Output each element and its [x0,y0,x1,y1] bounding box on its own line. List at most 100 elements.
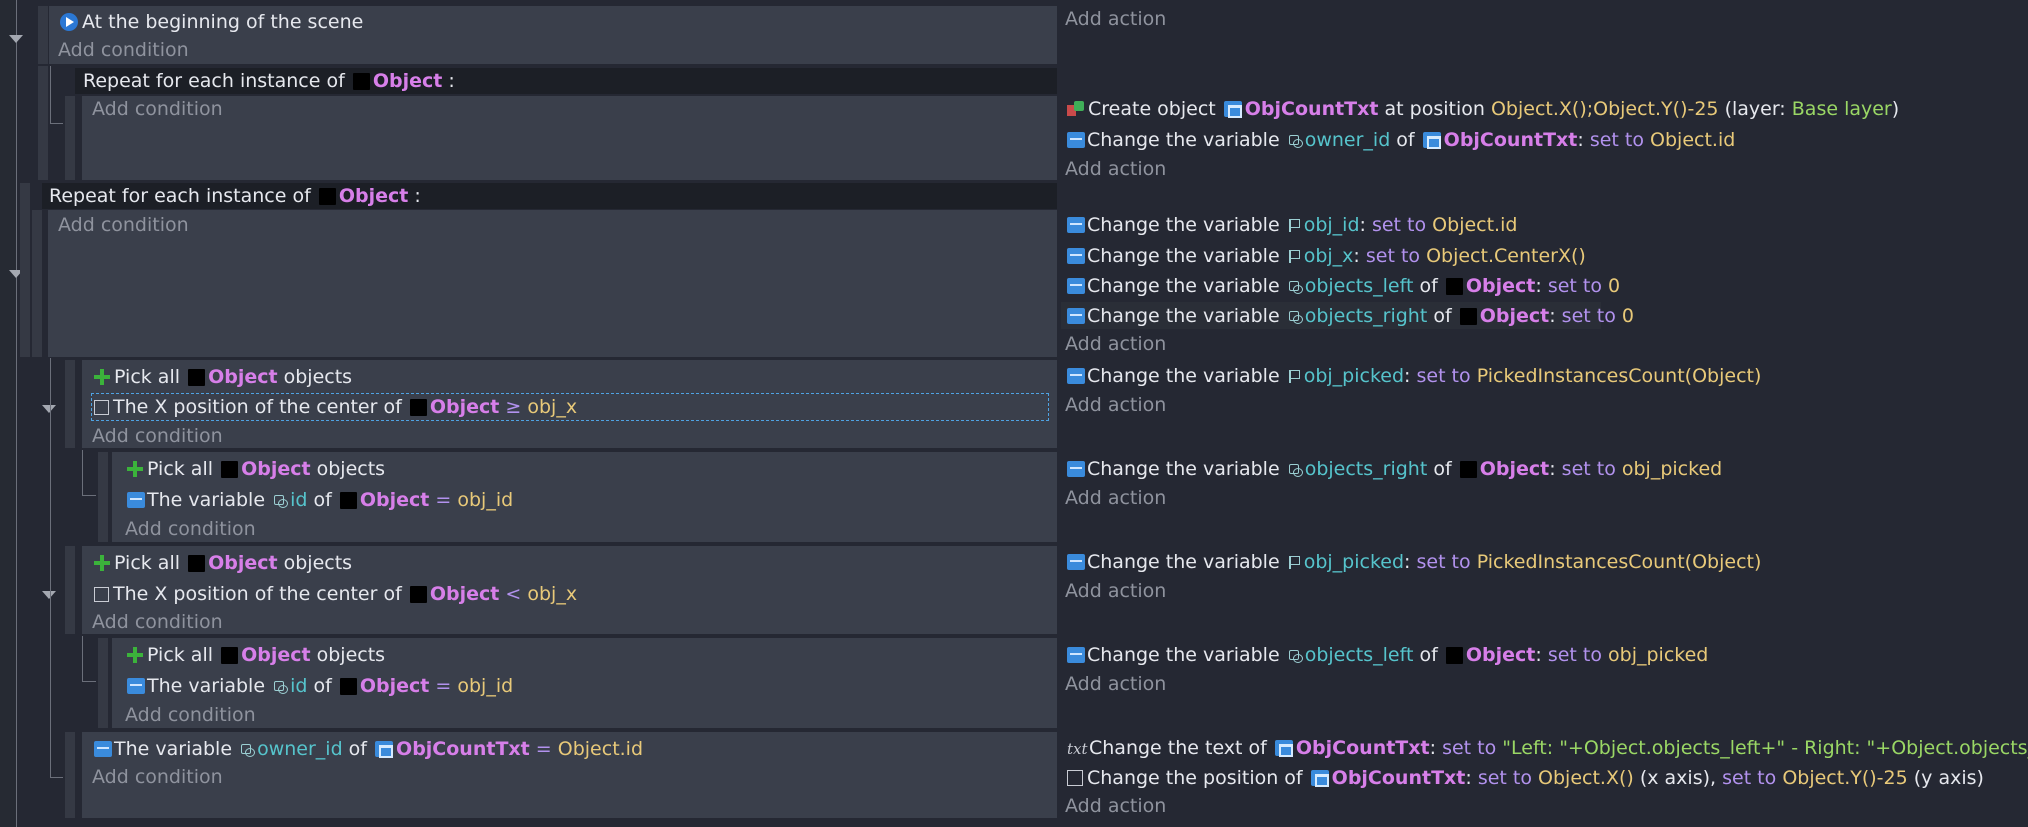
add-action-button[interactable]: Add action [1065,671,1166,697]
action-change-text[interactable]: txtChange the text of ObjCountTxt: set t… [1067,735,2028,761]
local-variable-icon [1288,369,1301,384]
condition-pick-all[interactable]: Pick all Object objects [127,456,385,482]
repeat-for-each-label[interactable]: Repeat for each instance of Object : [49,183,421,209]
object-thumbnail [339,678,357,695]
scene-icon [60,13,78,31]
pick-all-icon [127,647,143,663]
action-create-object[interactable]: Create object ObjCountTxt at position Ob… [1067,96,1899,122]
collapse-toggle-event-6[interactable] [42,591,56,599]
add-condition-button[interactable]: Add condition [125,516,256,542]
add-action-button[interactable]: Add action [1065,578,1166,604]
condition-pick-all[interactable]: Pick all Object objects [94,550,352,576]
object-variable-icon [1288,310,1303,324]
variable-icon [1067,278,1085,294]
add-condition-button[interactable]: Add condition [58,212,189,238]
condition-pick-all[interactable]: Pick all Object objects [127,642,385,668]
text-object-icon [1274,740,1293,757]
object-thumbnail [339,492,357,509]
repeat-for-each-label[interactable]: Repeat for each instance of Object : [83,68,455,94]
event-gutter [38,66,48,180]
variable-icon [1067,647,1085,663]
add-condition-button[interactable]: Add condition [92,764,223,790]
pick-all-icon [127,461,143,477]
condition-x-position-center[interactable]: The X position of the center of Object <… [94,581,577,607]
add-action-button[interactable]: Add action [1065,485,1166,511]
create-object-icon [1067,101,1085,117]
collapse-toggle-event-1[interactable] [9,35,23,43]
variable-icon [127,492,145,508]
tree-line [82,681,96,682]
action-change-variable[interactable]: Change the variable obj_id: set to Objec… [1067,212,1517,238]
object-thumbnail [188,555,206,572]
condition-scene-start[interactable]: At the beginning of the scene [60,9,363,35]
add-condition-button[interactable]: Add condition [58,37,189,63]
object-variable-icon [1288,134,1303,148]
tree-line [50,777,63,778]
object-variable-icon [273,494,289,508]
local-variable-icon [1288,249,1301,264]
action-change-position[interactable]: Change the position of ObjCountTxt: set … [1067,765,1984,791]
event-sheet-gutter [0,0,17,827]
add-action-button[interactable]: Add action [1065,6,1166,32]
position-icon [94,587,109,602]
tree-line [50,66,51,124]
local-variable-icon [1288,555,1301,570]
text-icon: txt [1067,740,1088,758]
action-change-variable[interactable]: Change the variable obj_picked: set to P… [1067,549,1761,575]
condition-compare-variable[interactable]: The variable id of Object = obj_id [127,673,513,699]
event-gutter [32,210,42,357]
text-object-icon [1223,101,1242,118]
collapse-toggle-event-4[interactable] [42,405,56,413]
object-variable-icon [273,680,289,694]
object-thumbnail [318,188,336,205]
object-thumbnail [188,369,206,386]
object-thumbnail [1459,308,1477,325]
position-icon [94,400,109,415]
local-variable-icon [1288,218,1301,233]
event-gutter [98,452,108,542]
object-variable-icon [1288,649,1303,663]
add-condition-button[interactable]: Add condition [125,702,256,728]
action-change-variable[interactable]: Change the variable objects_right of Obj… [1067,303,1634,329]
object-thumbnail [409,586,427,603]
action-change-variable[interactable]: Change the variable obj_picked: set to P… [1067,363,1761,389]
object-thumbnail [221,461,239,478]
variable-icon [1067,308,1085,324]
condition-pick-all[interactable]: Pick all Object objects [94,364,352,390]
add-action-button[interactable]: Add action [1065,392,1166,418]
event-gutter [38,6,48,64]
condition-compare-variable[interactable]: The variable owner_id of ObjCountTxt = O… [94,736,643,762]
add-action-button[interactable]: Add action [1065,793,1166,819]
action-change-variable[interactable]: Change the variable obj_x: set to Object… [1067,243,1586,269]
event-gutter [65,96,75,180]
object-thumbnail [1459,461,1477,478]
add-condition-button[interactable]: Add condition [92,609,223,635]
variable-icon [127,678,145,694]
add-action-button[interactable]: Add action [1065,331,1166,357]
pick-all-icon [94,369,110,385]
action-change-variable[interactable]: Change the variable owner_id of ObjCount… [1067,127,1735,153]
variable-icon [1067,217,1085,233]
condition-x-position-center[interactable]: The X position of the center of Object ≥… [94,394,577,420]
event-gutter [65,732,75,818]
position-icon [1067,770,1083,786]
action-change-variable[interactable]: Change the variable objects_right of Obj… [1067,456,1722,482]
variable-icon [1067,461,1085,477]
variable-icon [1067,248,1085,264]
action-change-variable[interactable]: Change the variable objects_left of Obje… [1067,273,1620,299]
tree-line [82,495,96,496]
action-change-variable[interactable]: Change the variable objects_left of Obje… [1067,642,1708,668]
pick-all-icon [94,555,110,571]
text-object-icon [1310,770,1329,787]
add-condition-button[interactable]: Add condition [92,423,223,449]
add-condition-button[interactable]: Add condition [92,96,223,122]
object-thumbnail [352,73,370,90]
object-variable-icon [240,743,256,757]
add-action-button[interactable]: Add action [1065,156,1166,182]
object-thumbnail [1445,647,1463,664]
variable-icon [1067,132,1085,148]
condition-compare-variable[interactable]: The variable id of Object = obj_id [127,487,513,513]
text-object-icon [375,741,394,758]
object-variable-icon [1288,463,1303,477]
event-gutter [20,183,30,357]
